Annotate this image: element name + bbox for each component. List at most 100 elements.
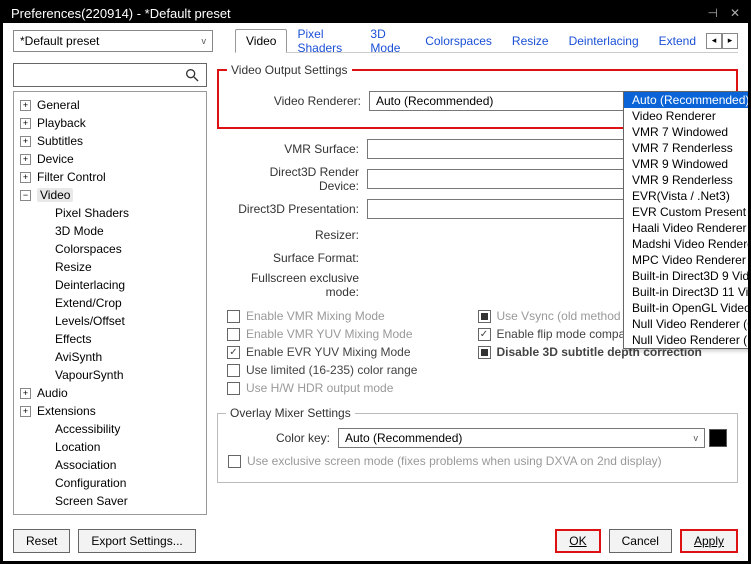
- tab-deinterlacing[interactable]: Deinterlacing: [559, 30, 649, 52]
- checkbox-icon: [478, 346, 491, 359]
- renderer-option[interactable]: Built-in Direct3D 11 Video Renderer: [624, 284, 748, 300]
- tree-item-avisynth[interactable]: AviSynth: [16, 348, 204, 366]
- expand-icon[interactable]: +: [20, 172, 31, 183]
- select-colorkey[interactable]: Auto (Recommended)v: [338, 428, 705, 448]
- renderer-option[interactable]: Haali Video Renderer: [624, 220, 748, 236]
- expand-icon[interactable]: +: [20, 388, 31, 399]
- reset-button[interactable]: Reset: [13, 529, 70, 553]
- tab-scroll-right[interactable]: ▸: [722, 33, 738, 49]
- renderer-option[interactable]: EVR Custom Present: [624, 204, 748, 220]
- renderer-option[interactable]: Null Video Renderer (Compressed): [624, 316, 748, 332]
- checkbox-icon: [227, 364, 240, 377]
- tree-item-vapoursynth[interactable]: VapourSynth: [16, 366, 204, 384]
- titlebar: Preferences(220914) - *Default preset ⊣ …: [3, 3, 748, 23]
- apply-button[interactable]: Apply: [680, 529, 738, 553]
- expand-icon[interactable]: +: [20, 100, 31, 111]
- checkbox-icon: [227, 328, 240, 341]
- label-colorkey: Color key:: [228, 431, 338, 445]
- renderer-option[interactable]: EVR(Vista / .Net3): [624, 188, 748, 204]
- renderer-option[interactable]: Built-in Direct3D 9 Video Renderer: [624, 268, 748, 284]
- label-surface-format: Surface Format:: [227, 251, 367, 265]
- checkbox-icon: ✓: [227, 346, 240, 359]
- close-icon[interactable]: ✕: [730, 6, 740, 20]
- tree-item-levels-offset[interactable]: Levels/Offset: [16, 312, 204, 330]
- label-fullscreen: Fullscreen exclusive mode:: [227, 271, 367, 299]
- renderer-option[interactable]: MPC Video Renderer: [624, 252, 748, 268]
- colorkey-swatch[interactable]: [709, 429, 727, 447]
- tabs: VideoPixel Shaders3D ModeColorspacesResi…: [235, 29, 738, 53]
- tree-item-video[interactable]: −Video: [16, 186, 204, 204]
- renderer-option[interactable]: VMR 7 Renderless: [624, 140, 748, 156]
- label-vmr-surface: VMR Surface:: [227, 142, 367, 156]
- tree-item-screen-saver[interactable]: Screen Saver: [16, 492, 204, 510]
- label-d3d-present: Direct3D Presentation:: [227, 202, 367, 216]
- collapse-icon[interactable]: −: [20, 190, 31, 201]
- export-settings-button[interactable]: Export Settings...: [78, 529, 195, 553]
- tree-item-extensions[interactable]: +Extensions: [16, 402, 204, 420]
- content-panel: Video Output Settings Video Renderer: Au…: [215, 57, 748, 521]
- tab-colorspaces[interactable]: Colorspaces: [415, 30, 502, 52]
- tab-scroll-left[interactable]: ◂: [706, 33, 722, 49]
- renderer-option[interactable]: VMR 9 Windowed: [624, 156, 748, 172]
- tree-item-subtitles[interactable]: +Subtitles: [16, 132, 204, 150]
- tree-item-resize[interactable]: Resize: [16, 258, 204, 276]
- preset-select[interactable]: *Default preset v: [13, 30, 213, 52]
- tree-item-extend-crop[interactable]: Extend/Crop: [16, 294, 204, 312]
- label-d3d-device: Direct3D Render Device:: [227, 165, 367, 193]
- tab-extend[interactable]: Extend: [649, 30, 706, 52]
- tree-item-playback[interactable]: +Playback: [16, 114, 204, 132]
- tab-video[interactable]: Video: [235, 29, 287, 53]
- tree-item-configuration[interactable]: Configuration: [16, 474, 204, 492]
- tree-item-association[interactable]: Association: [16, 456, 204, 474]
- renderer-option[interactable]: Built-in OpenGL Video Renderer: [624, 300, 748, 316]
- renderer-option[interactable]: VMR 7 Windowed: [624, 124, 748, 140]
- renderer-dropdown[interactable]: Auto (Recommended)Video RendererVMR 7 Wi…: [623, 91, 748, 349]
- renderer-option[interactable]: Auto (Recommended): [624, 92, 748, 108]
- search-input[interactable]: [13, 63, 207, 87]
- checkbox-icon: [227, 310, 240, 323]
- preset-value: *Default preset: [20, 34, 99, 48]
- renderer-option[interactable]: Null Video Renderer (Uncompressed): [624, 332, 748, 348]
- tab-scroll: ◂ ▸: [706, 33, 738, 49]
- check-enable-evr-yuv-mixing-mode[interactable]: ✓Enable EVR YUV Mixing Mode: [227, 345, 478, 359]
- expand-icon[interactable]: +: [20, 136, 31, 147]
- cancel-button[interactable]: Cancel: [609, 529, 672, 553]
- check-enable-vmr-mixing-mode: Enable VMR Mixing Mode: [227, 309, 478, 323]
- tree-item-general[interactable]: +General: [16, 96, 204, 114]
- overlay-legend: Overlay Mixer Settings: [226, 406, 355, 420]
- renderer-option[interactable]: VMR 9 Renderless: [624, 172, 748, 188]
- tree-item-location[interactable]: Location: [16, 438, 204, 456]
- pin-icon[interactable]: ⊣: [707, 6, 717, 20]
- tab-resize[interactable]: Resize: [502, 30, 559, 52]
- checkbox-icon: [228, 455, 241, 468]
- tree-item-colorspaces[interactable]: Colorspaces: [16, 240, 204, 258]
- ok-button[interactable]: OK: [555, 529, 600, 553]
- check-use-limited-16-235-color-range[interactable]: Use limited (16-235) color range: [227, 363, 478, 377]
- tree-item-deinterlacing[interactable]: Deinterlacing: [16, 276, 204, 294]
- tree-item-filter-control[interactable]: +Filter Control: [16, 168, 204, 186]
- tree-item-pixel-shaders[interactable]: Pixel Shaders: [16, 204, 204, 222]
- expand-icon[interactable]: +: [20, 154, 31, 165]
- expand-icon[interactable]: +: [20, 118, 31, 129]
- check-enable-vmr-yuv-mixing-mode: Enable VMR YUV Mixing Mode: [227, 327, 478, 341]
- check-exclusive-screen[interactable]: Use exclusive screen mode (fixes problem…: [228, 454, 727, 468]
- window-title: Preferences(220914) - *Default preset: [11, 6, 231, 21]
- footer: Reset Export Settings... OK Cancel Apply: [3, 521, 748, 561]
- checkbox-icon: ✓: [478, 328, 491, 341]
- renderer-option[interactable]: Video Renderer: [624, 108, 748, 124]
- expand-icon[interactable]: +: [20, 406, 31, 417]
- tab-3d-mode[interactable]: 3D Mode: [360, 23, 415, 59]
- window-controls: ⊣ ✕: [707, 6, 740, 20]
- tree-item-accessibility[interactable]: Accessibility: [16, 420, 204, 438]
- nav-tree[interactable]: +General+Playback+Subtitles+Device+Filte…: [13, 91, 207, 515]
- check-use-h-w-hdr-output-mode: Use H/W HDR output mode: [227, 381, 478, 395]
- tree-item-device[interactable]: +Device: [16, 150, 204, 168]
- tree-item-3d-mode[interactable]: 3D Mode: [16, 222, 204, 240]
- chevron-down-icon: v: [202, 36, 207, 46]
- tree-item-audio[interactable]: +Audio: [16, 384, 204, 402]
- checkbox-icon: [478, 310, 491, 323]
- renderer-option[interactable]: Madshi Video Renderer: [624, 236, 748, 252]
- tab-pixel-shaders[interactable]: Pixel Shaders: [287, 23, 360, 59]
- label-resizer: Resizer:: [227, 228, 367, 242]
- tree-item-effects[interactable]: Effects: [16, 330, 204, 348]
